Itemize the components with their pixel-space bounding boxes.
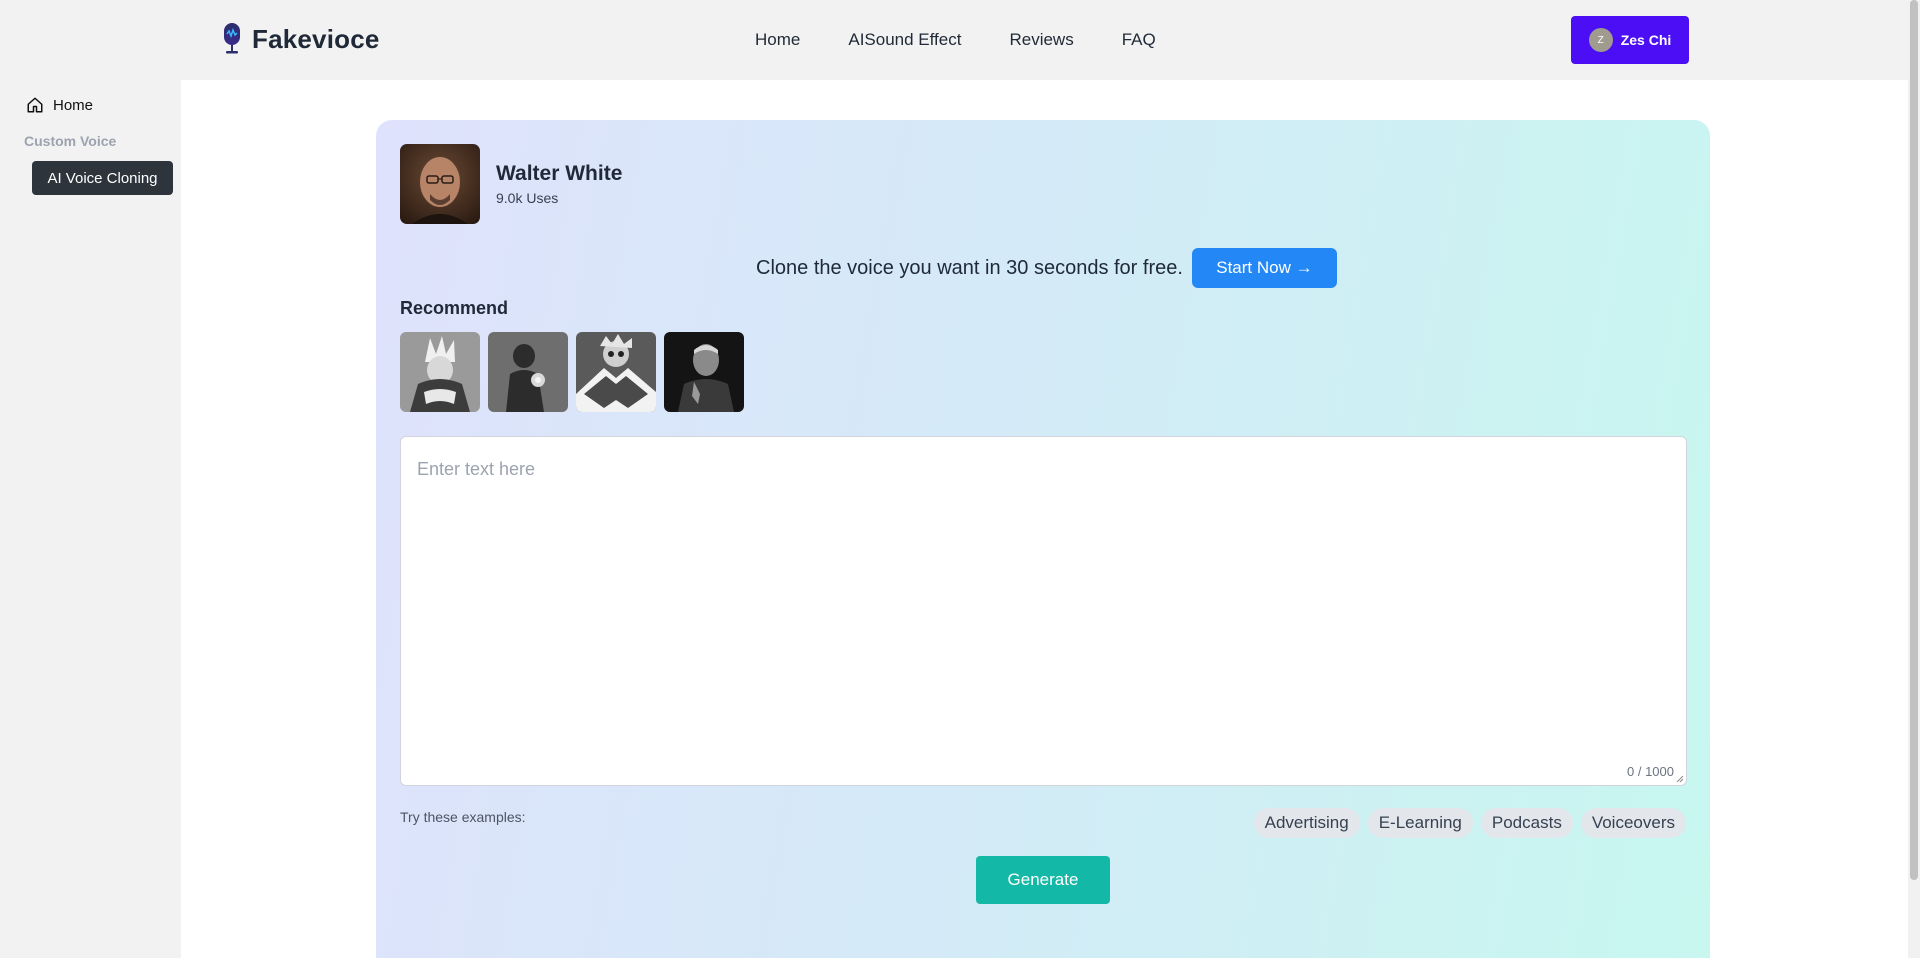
example-chip-advertising[interactable]: Advertising bbox=[1253, 808, 1360, 838]
generate-button[interactable]: Generate bbox=[976, 856, 1110, 904]
voice-avatar bbox=[400, 144, 480, 224]
text-input[interactable] bbox=[401, 437, 1686, 785]
sidebar: Home Custom Voice AI Voice Cloning bbox=[0, 80, 181, 958]
voice-card: Walter White 9.0k Uses Clone the voice y… bbox=[376, 120, 1710, 958]
app-name: Fakevioce bbox=[252, 23, 380, 54]
page-scrollbar[interactable] bbox=[1908, 0, 1920, 958]
example-chip-e-learning[interactable]: E-Learning bbox=[1367, 808, 1473, 838]
nav-reviews[interactable]: Reviews bbox=[1009, 30, 1073, 50]
main-nav: Home AISound Effect Reviews FAQ bbox=[755, 30, 1156, 50]
avatar: Z bbox=[1588, 28, 1613, 52]
example-chip-voiceovers[interactable]: Voiceovers bbox=[1580, 808, 1686, 838]
nav-home[interactable]: Home bbox=[755, 30, 800, 50]
recommend-title: Recommend bbox=[400, 298, 509, 318]
promo-text: Clone the voice you want in 30 seconds f… bbox=[756, 256, 1183, 279]
app-logo[interactable]: Fakevioce bbox=[220, 22, 380, 56]
recommend-thumb-older-man-portrait[interactable] bbox=[664, 332, 744, 412]
recommend-list bbox=[400, 332, 744, 412]
sidebar-section-title: Custom Voice bbox=[24, 133, 117, 149]
examples-label: Try these examples: bbox=[400, 809, 526, 825]
sidebar-item-label: Home bbox=[53, 96, 94, 114]
start-now-button[interactable]: Start Now → bbox=[1191, 248, 1337, 288]
cartoon-scientist-icon bbox=[576, 332, 656, 412]
char-counter: 0 / 1000 bbox=[1627, 764, 1674, 779]
sidebar-item-ai-voice-cloning[interactable]: AI Voice Cloning bbox=[32, 161, 173, 195]
recommend-thumb-cartoon-scientist[interactable] bbox=[576, 332, 656, 412]
top-header: Fakevioce Home AISound Effect Reviews FA… bbox=[0, 0, 1908, 80]
nav-faq[interactable]: FAQ bbox=[1122, 30, 1156, 50]
promo-banner: Clone the voice you want in 30 seconds f… bbox=[756, 248, 1337, 288]
older-man-portrait-icon bbox=[664, 332, 744, 412]
recommend-thumb-anime-warrior[interactable] bbox=[400, 332, 480, 412]
main-content: Walter White 9.0k Uses Clone the voice y… bbox=[181, 80, 1908, 958]
dark-figure-icon bbox=[488, 332, 568, 412]
walter-white-portrait-icon bbox=[400, 144, 480, 224]
voice-name: Walter White bbox=[496, 162, 623, 185]
sidebar-item-home[interactable]: Home bbox=[26, 96, 93, 114]
recommend-thumb-dark-figure[interactable] bbox=[488, 332, 568, 412]
text-input-box: 0 / 1000 bbox=[400, 436, 1687, 786]
anime-warrior-icon bbox=[400, 332, 480, 412]
nav-ai-sound-effect[interactable]: AISound Effect bbox=[848, 30, 961, 50]
scrollbar-thumb[interactable] bbox=[1910, 0, 1918, 880]
voice-uses: 9.0k Uses bbox=[496, 190, 559, 206]
microphone-logo-icon bbox=[224, 23, 240, 54]
example-chips: Advertising E-Learning Podcasts Voiceove… bbox=[1253, 808, 1686, 838]
example-chip-podcasts[interactable]: Podcasts bbox=[1480, 808, 1573, 838]
user-name: Zes Chi bbox=[1620, 32, 1672, 48]
resize-grip-icon[interactable] bbox=[1676, 775, 1684, 783]
user-menu-button[interactable]: Z Zes Chi bbox=[1571, 16, 1689, 64]
home-icon bbox=[27, 97, 43, 113]
